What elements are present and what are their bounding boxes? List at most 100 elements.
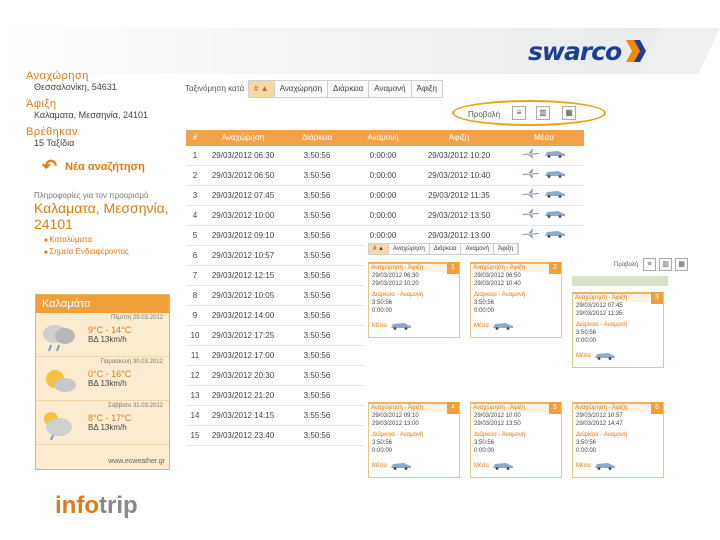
list-view-icon[interactable]: ≡ [512,106,526,120]
column-header[interactable]: Αναμονή [352,130,414,146]
overlay-sort-tab[interactable]: Αναμονή [461,244,494,254]
car-icon [594,457,616,475]
trip-card[interactable]: Αναχώρηση - Άφιξη 2 29/03/2012 06:50 29/03/… [470,262,562,338]
table-row[interactable]: 3 29/03/2012 07:45 3:50:56 0:00:00 29/03/201… [186,186,584,206]
list-view-icon[interactable]: ≡ [643,258,657,271]
table-cell: 29/03/2012 10:40 [427,171,491,180]
swarco-logo: swarco [528,34,647,68]
chart-view-icon[interactable]: ▥ [659,258,673,271]
new-search-link[interactable]: ↶ Νέα αναζήτηση [42,156,176,177]
weather-source-link[interactable]: www.ecweather.gr [108,458,165,465]
card-wait: 0:00:00 [372,448,393,454]
card-means: Μέσα [471,455,561,477]
weather-day: Σάββατο 31.03.2012 8°C - 17°C ΒΔ 13km/h [36,401,169,445]
table-cell: 13 [190,391,200,400]
weather-day: Παρασκευή 30.03.2012 0°C - 16°C ΒΔ 13km/… [36,357,169,401]
card-wait: 0:00:00 [576,338,597,344]
sort-label: Ταξινόμηση κατά [185,84,245,93]
table-cell: 1 [192,151,198,160]
table-cell: 29/03/2012 07:45 [211,191,275,200]
car-icon [544,186,566,206]
cloud-rain-icon [43,325,75,352]
weather-wind: ΒΔ 13km/h [88,335,127,344]
table-cell: 29/03/2012 12:15 [211,271,275,280]
sort-tab-wait[interactable]: Αναμονή [369,81,412,97]
transport-icons [504,206,584,225]
table-cell: 29/03/2012 21:20 [211,391,275,400]
card-duration: 3:50:56 [474,300,495,306]
car-icon [492,457,514,475]
table-cell: 29/03/2012 13:50 [427,211,491,220]
sort-tab-departure[interactable]: Αναχώρηση [274,81,329,97]
table-cell: 29/03/2012 20:30 [211,371,275,380]
grid-view-icon[interactable]: ▦ [675,258,689,271]
table-row[interactable]: 4 29/03/2012 10:00 3:50:56 0:00:00 29/03/201… [186,206,584,226]
table-cell: 0:00:00 [369,151,397,160]
card-means: Μέσα [369,455,459,477]
card-wait: 0:00:00 [372,308,393,314]
card-duration-label: Διάρκεια - Αναμονή [474,292,526,298]
destination-info-label: Πληροφορίες για τον προορισμό [34,191,149,200]
trip-card[interactable]: Αναχώρηση - Άφιξη 6 29/03/2012 10:57 29/03/… [572,402,664,478]
table-cell: 3:50:56 [303,151,331,160]
table-cell: 3:50:56 [303,331,331,340]
overlay-sort-tab[interactable]: Αναχώρηση [388,244,430,254]
sort-tab-arrival[interactable]: Άφιξη [411,81,442,97]
new-search-label: Νέα αναζήτηση [65,160,145,173]
trip-card[interactable]: Αναχώρηση - Άφιξη 3 29/03/2012 07:45 29/03/… [572,292,664,368]
trip-card[interactable]: Αναχώρηση - Άφιξη 1 29/03/2012 06:30 29/03/… [368,262,460,338]
table-cell: 3 [192,191,198,200]
overlay-sort-tab[interactable]: # ▲ [369,244,389,254]
card-wait: 0:00:00 [576,448,597,454]
overlay-sort-tab[interactable]: Άφιξη [493,244,519,254]
accommodation-link[interactable]: Καταλύματα [44,235,176,244]
card-duration: 3:50:56 [576,330,597,336]
grid-view-icon[interactable]: ▦ [562,106,576,120]
trip-card[interactable]: Αναχώρηση - Άφιξη 4 29/03/2012 09:10 29/03/… [368,402,460,478]
card-means-label: Μέσα [372,323,387,329]
table-cell: 29/03/2012 10:20 [427,151,491,160]
column-header[interactable]: Διάρκεια [282,130,352,146]
transport-icons [504,146,584,165]
table-cell: 29/03/2012 14:15 [211,411,275,420]
points-of-interest-link[interactable]: Σημεία Ενδιαφέροντος [44,247,176,256]
card-departure: 29/03/2012 10:57 [576,413,623,419]
card-arrival: 29/03/2012 13:50 [474,421,521,427]
arrival-label: Άφιξη [26,98,57,110]
card-arrival: 29/03/2012 11:35 [576,311,623,317]
card-departure: 29/03/2012 06:30 [372,273,419,279]
overlay-sort-tab[interactable]: Διάρκεια [429,244,462,254]
table-cell: 29/03/2012 06:30 [211,151,275,160]
overlay-view-label: Προβολή [614,261,639,268]
sort-tab-number[interactable]: # ▲ [249,81,275,97]
table-cell: 29/03/2012 06:50 [211,171,275,180]
trip-summary-panel: Αναχώρηση Θεσσαλονίκη, 54631 Άφιξη Καλαμ… [26,70,176,256]
card-duration: 3:50:56 [474,440,495,446]
sort-tab-duration[interactable]: Διάρκεια [328,81,370,97]
table-cell: 3:50:56 [303,191,331,200]
card-header: Αναχώρηση - Άφιξη [573,294,663,302]
card-duration: 3:50:56 [372,300,393,306]
card-duration: 3:50:56 [372,440,393,446]
chart-view-icon[interactable]: ▥ [536,106,550,120]
card-arrival: 29/03/2012 14:47 [576,421,623,427]
card-header: Αναχώρηση - Άφιξη [471,264,561,272]
card-header: Αναχώρηση - Άφιξη [369,264,459,272]
card-number: 5 [549,402,561,414]
column-header[interactable]: Άφιξη [414,130,504,146]
card-means-label: Μέσα [576,463,591,469]
card-header: Αναχώρηση - Άφιξη [573,404,663,412]
trip-card[interactable]: Αναχώρηση - Άφιξη 5 29/03/2012 10:00 29/03/… [470,402,562,478]
column-header[interactable]: Αναχώρηση [204,130,282,146]
table-row[interactable]: 1 29/03/2012 06:30 3:50:56 0:00:00 29/03/201… [186,146,584,166]
table-row[interactable]: 2 29/03/2012 06:50 3:50:56 0:00:00 29/03/201… [186,166,584,186]
transport-icons [504,186,584,205]
card-header: Αναχώρηση - Άφιξη [471,404,561,412]
card-duration-label: Διάρκεια - Αναμονή [576,322,628,328]
card-wait: 0:00:00 [474,448,495,454]
weather-date: Παρασκευή 30.03.2012 [100,359,163,365]
weather-widget: Καλαμάτα Πέμπτη 29.03.2012 9°C - 14°C ΒΔ… [35,294,170,470]
table-cell: 29/03/2012 10:57 [211,251,275,260]
found-value: 15 Ταξίδια [34,138,75,148]
column-header[interactable]: # [186,130,204,146]
